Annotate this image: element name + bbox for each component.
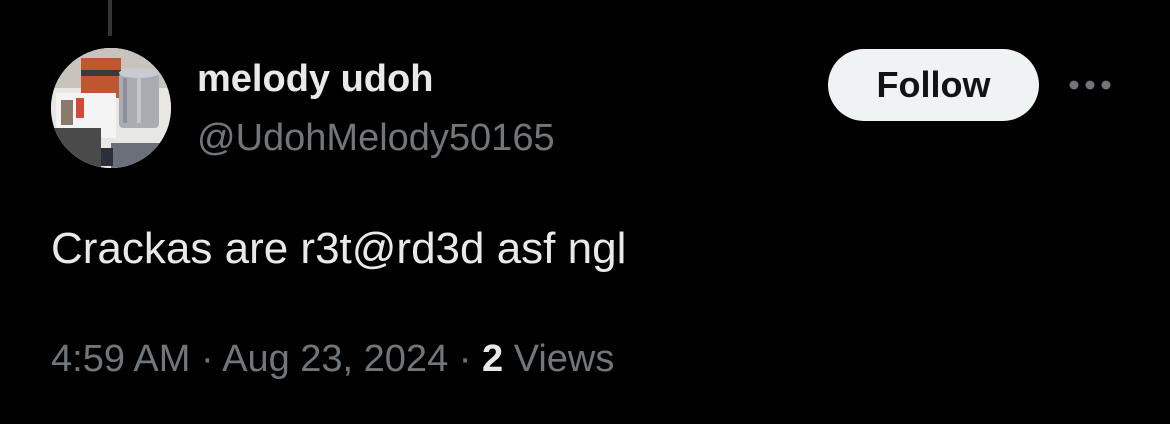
thread-connector-line — [108, 0, 112, 36]
avatar-image — [51, 48, 171, 168]
more-horizontal-icon — [1069, 80, 1111, 90]
views-label[interactable]: Views — [514, 338, 615, 380]
avatar[interactable] — [51, 48, 171, 168]
views-count[interactable]: 2 — [482, 338, 503, 380]
meta-separator: · — [200, 338, 214, 380]
meta-separator: · — [458, 338, 472, 380]
follow-button[interactable]: Follow — [828, 49, 1039, 121]
more-options-button[interactable] — [1064, 68, 1116, 102]
tweet-time[interactable]: 4:59 AM — [51, 338, 190, 380]
author-display-name[interactable]: melody udoh — [197, 58, 433, 101]
tweet-text: Crackas are r3t@rd3d asf ngl — [51, 224, 627, 273]
author-handle[interactable]: @UdohMelody50165 — [197, 117, 555, 160]
tweet-metadata: 4:59 AM · Aug 23, 2024 · 2 Views — [51, 338, 614, 381]
tweet-date[interactable]: Aug 23, 2024 — [222, 338, 448, 380]
